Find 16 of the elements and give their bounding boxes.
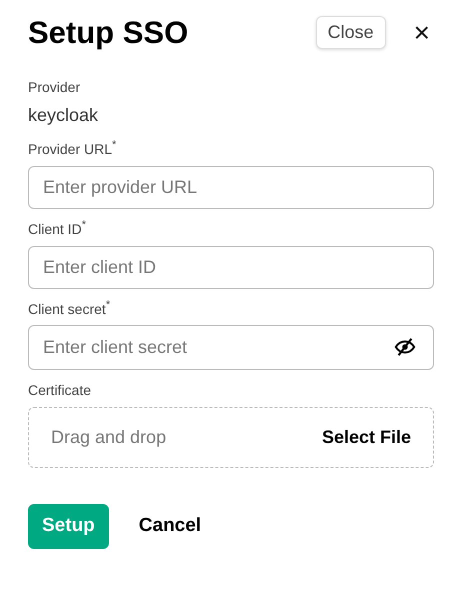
provider-value: keycloak [28,104,98,127]
password-field[interactable]: Enter client secret [28,325,434,370]
input-field[interactable]: Enter provider URL [28,166,434,209]
cancel-button[interactable]: Cancel [124,504,216,549]
field-label: Client secret$^{*}$ [28,300,110,318]
field-label: Provider [28,79,80,96]
field-label: Client ID$^{*}$ [28,220,86,238]
field-label: Certificate [28,382,92,400]
input-field[interactable]: Enter client ID [28,246,434,289]
field-label: Provider URL$^{*}$ [28,140,116,158]
close-button[interactable]: Close [316,16,386,50]
drop-hint: Drag and drop [51,426,166,450]
drop-zone[interactable]: Drag and drop Select File [28,407,434,468]
select-file-button[interactable]: Select File [322,424,411,452]
eye-slash-icon[interactable] [394,336,416,358]
dialog-title: Setup SSO [28,14,188,52]
